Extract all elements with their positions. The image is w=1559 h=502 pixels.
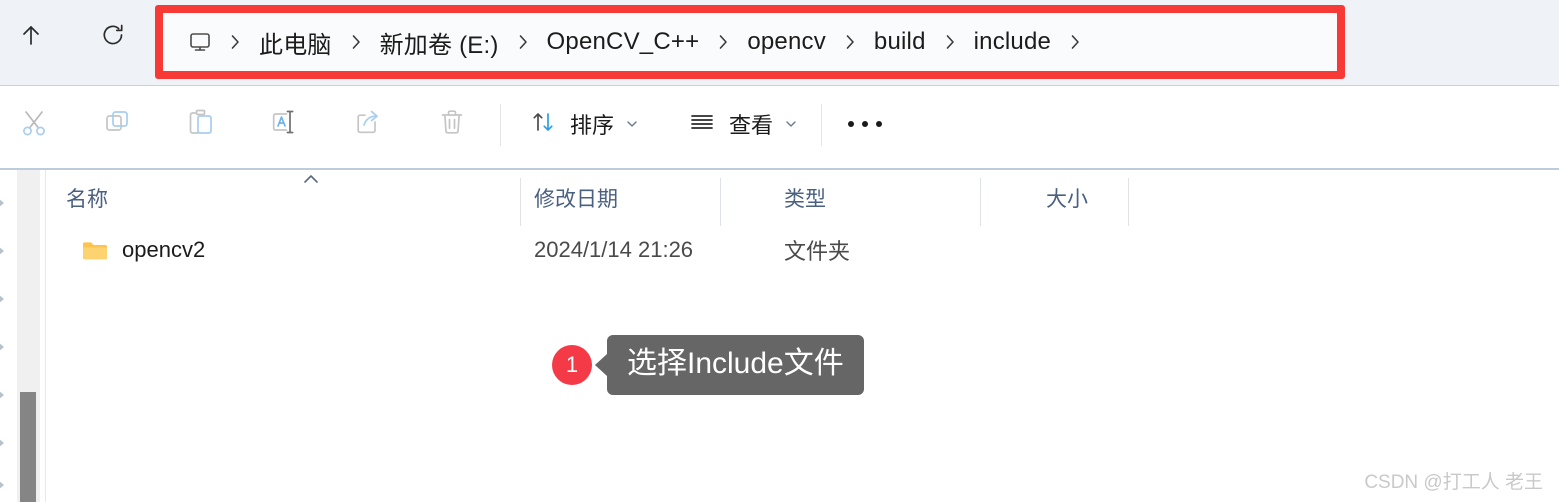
scissors-icon [17,105,51,144]
column-header-date-modified[interactable]: 修改日期 [534,170,780,226]
column-resize-handle[interactable] [720,178,721,226]
file-explorer-window: 此电脑 新加卷 (E:) OpenCV_C++ opencv build inc… [0,0,1559,502]
scrollbar-thumb[interactable] [20,392,36,502]
up-one-level-button[interactable] [8,14,54,60]
navigation-bar: 此电脑 新加卷 (E:) OpenCV_C++ opencv build inc… [0,0,1559,86]
refresh-icon [98,20,128,55]
file-list: opencv2 2024/1/14 21:26 文件夹 [46,226,1559,274]
delete-button[interactable] [424,96,480,152]
share-icon [351,105,385,144]
paste-button[interactable] [173,96,229,152]
folder-icon [82,240,108,261]
column-header-name-label: 名称 [66,188,108,211]
navigation-pane-scrollbar[interactable] [17,170,40,502]
file-name-label: opencv2 [122,237,206,262]
ellipsis-dot-icon [862,121,868,127]
file-date-modified-label: 2024/1/14 21:26 [534,237,694,262]
copy-icon [100,105,134,144]
watermark: CSDN @打工人 老王 [1364,472,1543,493]
sort-arrows-icon [529,108,557,141]
breadcrumb-separator [930,32,970,52]
callout-arrow-icon [595,354,607,376]
file-row-name-cell[interactable]: opencv2 [82,237,205,263]
chevron-up-icon [300,172,322,186]
breadcrumb-separator [215,32,255,52]
arrow-up-icon [16,20,46,55]
refresh-button[interactable] [90,14,136,60]
column-resize-handle[interactable] [980,178,981,226]
chevron-right-icon[interactable] [0,194,10,212]
column-header-date-modified-label: 修改日期 [534,188,618,211]
breadcrumb-item-this-pc[interactable]: 此电脑 [255,23,336,62]
annotation-step-badge: 1 [552,345,592,385]
table-row[interactable]: opencv2 2024/1/14 21:26 文件夹 [46,226,1559,274]
navigation-pane-rail [0,170,17,502]
column-header-type-label: 类型 [784,188,826,211]
breadcrumb-item-drive-e[interactable]: 新加卷 (E:) [376,23,503,62]
chevron-right-icon[interactable] [0,338,10,356]
chevron-right-icon[interactable] [0,476,10,494]
list-lines-icon [688,108,716,141]
sort-button[interactable]: 排序 [521,98,647,150]
file-type-label: 文件夹 [784,239,851,264]
breadcrumb-item-include[interactable]: include [970,26,1055,58]
column-header-size-label: 大小 [1046,188,1088,211]
annotation-callout-text: 选择Include文件 [607,334,864,396]
breadcrumb-item-opencv-cpp[interactable]: OpenCV_C++ [543,26,704,58]
column-header-row: 名称 修改日期 类型 大小 [46,170,1559,226]
see-more-button[interactable] [838,98,892,150]
view-button[interactable]: 查看 [680,98,806,150]
rename-icon [267,105,301,144]
column-resize-handle[interactable] [520,178,521,226]
share-button[interactable] [340,96,396,152]
rename-button[interactable] [256,96,312,152]
breadcrumb-separator[interactable] [1055,32,1095,52]
chevron-right-icon[interactable] [0,290,10,308]
address-bar[interactable]: 此电脑 新加卷 (E:) OpenCV_C++ opencv build inc… [163,13,1337,71]
breadcrumb-separator [703,32,743,52]
chevron-down-icon [784,117,798,131]
breadcrumb-item-build[interactable]: build [870,26,930,58]
ellipsis-dot-icon [848,121,854,127]
copy-button[interactable] [89,96,145,152]
breadcrumb-separator [503,32,543,52]
cut-button[interactable] [6,96,62,152]
sort-button-label: 排序 [570,113,615,138]
trash-icon [435,105,469,144]
clipboard-icon [184,105,218,144]
breadcrumb-item-opencv[interactable]: opencv [743,26,830,58]
toolbar-divider [500,104,501,146]
column-resize-handle[interactable] [1128,178,1129,226]
breadcrumb-separator [830,32,870,52]
toolbar-divider [821,104,822,146]
annotation-callout: 1 选择Include文件 [552,333,864,397]
breadcrumb-separator [336,32,376,52]
chevron-right-icon[interactable] [0,434,10,452]
column-header-size[interactable]: 大小 [1046,170,1186,226]
chevron-right-icon[interactable] [0,242,10,260]
column-header-type[interactable]: 类型 [784,170,1024,226]
view-button-label: 查看 [729,113,774,138]
ellipsis-dot-icon [876,121,882,127]
chevron-right-icon[interactable] [0,386,10,404]
chevron-down-icon [625,117,639,131]
monitor-icon[interactable] [185,27,215,57]
